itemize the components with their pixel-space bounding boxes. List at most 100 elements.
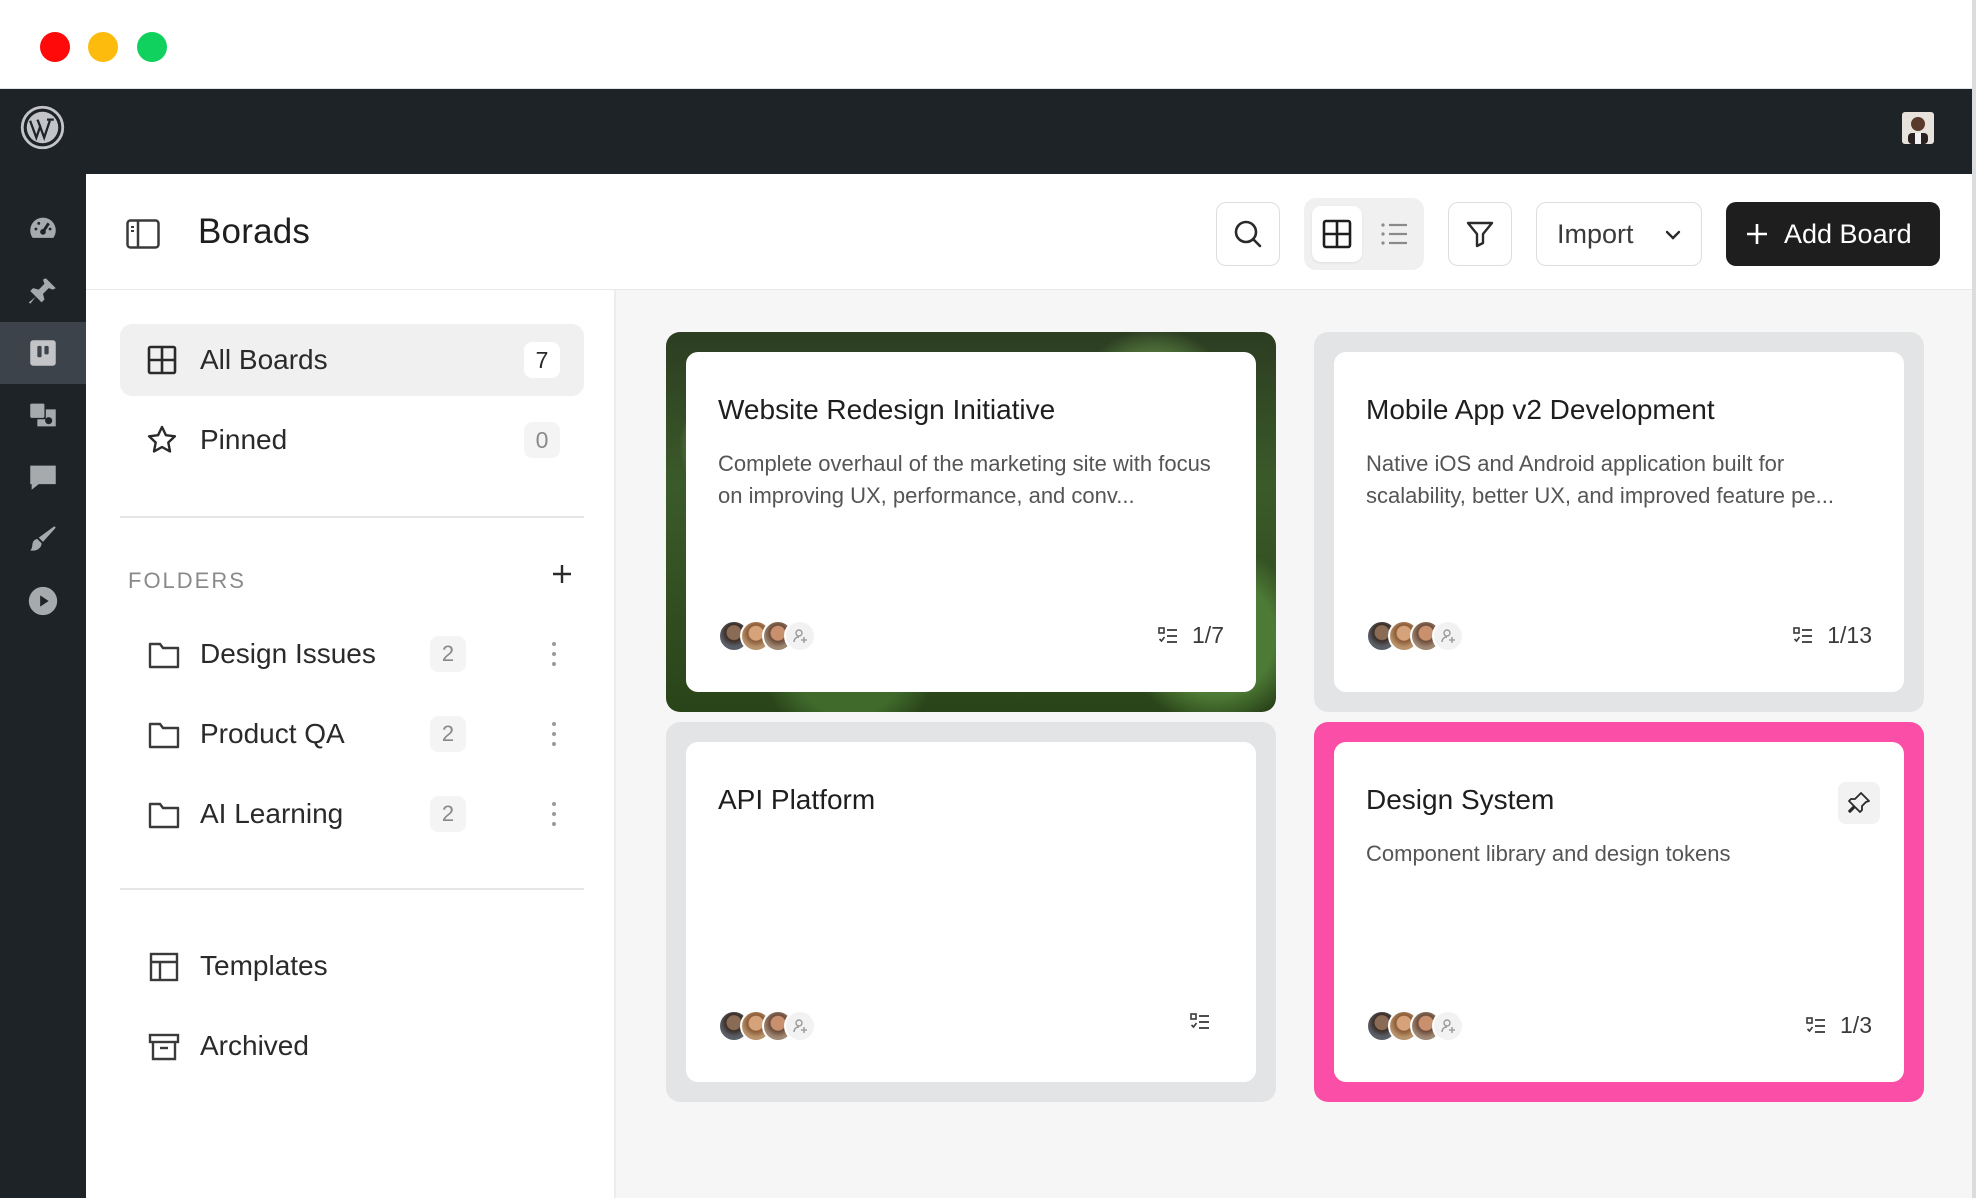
filter-funnel-icon [1466, 221, 1494, 248]
add-user-icon [793, 629, 807, 643]
board-title: API Platform [718, 784, 876, 815]
import-dropdown[interactable]: Import [1536, 202, 1702, 266]
sidebar-toggle-icon[interactable] [126, 219, 160, 249]
board-title: Website Redesign Initiative [718, 394, 1056, 425]
wp-admin-menu [0, 174, 86, 1198]
search-icon [1234, 220, 1262, 248]
folder-label: AI Learning [200, 798, 344, 829]
task-progress [1190, 1012, 1224, 1032]
view-mode-toggle [1304, 198, 1424, 270]
grid-icon [147, 345, 177, 375]
window-edge [1972, 0, 1976, 1198]
close-window-button[interactable] [40, 32, 70, 62]
member-avatars[interactable] [718, 1010, 828, 1044]
archive-icon [148, 1033, 180, 1061]
app-window: Borads Import Add Board All Boards 7 Pin… [0, 0, 1976, 1198]
nav-label: Pinned [200, 424, 288, 455]
folder-product-qa[interactable]: Product QA 2 [120, 698, 584, 770]
add-member-button[interactable] [1432, 620, 1464, 652]
board-title: Mobile App v2 Development [1366, 394, 1715, 425]
add-member-button[interactable] [784, 1010, 816, 1042]
folder-ai-learning[interactable]: AI Learning 2 [120, 778, 584, 850]
board-card-mobile-app[interactable]: Mobile App v2 Development Native iOS and… [1314, 332, 1924, 712]
import-label: Import [1557, 218, 1634, 249]
add-member-button[interactable] [1432, 1010, 1464, 1042]
nav-label: Archived [200, 1030, 309, 1061]
progress-count: 1/13 [1827, 622, 1872, 648]
count-badge: 2 [430, 716, 466, 752]
more-vertical-icon[interactable] [548, 638, 560, 670]
maximize-window-button[interactable] [137, 32, 167, 62]
wordpress-logo-icon[interactable] [20, 105, 65, 150]
add-member-button[interactable] [784, 620, 816, 652]
list-icon [1381, 223, 1407, 245]
add-user-icon [793, 1019, 807, 1033]
menu-dashboard[interactable] [0, 198, 86, 260]
folder-icon [148, 642, 180, 669]
member-avatars[interactable] [1366, 1010, 1476, 1044]
app-header: Borads Import Add Board [86, 174, 1972, 290]
board-card-design-system[interactable]: Design System Component library and desi… [1314, 722, 1924, 1102]
count-badge: 2 [430, 796, 466, 832]
folder-label: Design Issues [200, 638, 376, 669]
nav-archived[interactable]: Archived [120, 1010, 584, 1082]
task-progress: 1/3 [1806, 1012, 1872, 1039]
comment-bubble-icon [30, 465, 56, 490]
menu-boards[interactable] [0, 322, 86, 384]
board-card-body[interactable]: Design System Component library and desi… [1334, 742, 1904, 1082]
grid-icon [1322, 219, 1352, 249]
progress-count: 1/7 [1192, 622, 1224, 648]
plus-icon [1747, 224, 1767, 244]
menu-posts[interactable] [0, 260, 86, 322]
board-card-website-redesign[interactable]: Website Redesign Initiative Complete ove… [666, 332, 1276, 712]
nav-pinned[interactable]: Pinned 0 [120, 404, 584, 476]
board-description: Component library and design tokens [1366, 841, 1731, 866]
add-user-icon [1441, 629, 1455, 643]
nav-all-boards[interactable]: All Boards 7 [120, 324, 584, 396]
add-board-button[interactable]: Add Board [1726, 202, 1940, 266]
star-icon [147, 425, 177, 453]
sidebar-divider [120, 516, 584, 518]
nav-templates[interactable]: Templates [120, 930, 584, 1002]
menu-appearance[interactable] [0, 508, 86, 570]
board-description: Native iOS and Android application built… [1366, 451, 1834, 508]
boards-sidebar: All Boards 7 Pinned 0 FOLDERS Design Iss… [86, 290, 616, 1198]
nav-label: All Boards [200, 344, 328, 375]
pin-board-button[interactable] [1838, 782, 1880, 824]
count-badge: 7 [524, 342, 560, 378]
more-vertical-icon[interactable] [548, 718, 560, 750]
board-title: Design System [1366, 784, 1555, 815]
task-progress: 1/7 [1158, 622, 1224, 649]
menu-comments[interactable] [0, 446, 86, 508]
member-avatars[interactable] [1366, 620, 1476, 654]
sidebar-divider [120, 888, 584, 890]
wp-admin-bar [0, 89, 1972, 174]
folder-label: Product QA [200, 718, 345, 749]
board-card-body[interactable]: API Platform [686, 742, 1256, 1082]
checklist-icon [1793, 626, 1813, 643]
list-view-button[interactable] [1370, 206, 1418, 262]
folder-design-issues[interactable]: Design Issues 2 [120, 618, 584, 690]
pushpin-icon [1848, 792, 1870, 813]
template-icon [149, 952, 179, 982]
menu-media-player[interactable] [0, 570, 86, 632]
board-card-body[interactable]: Website Redesign Initiative Complete ove… [686, 352, 1256, 692]
boards-plugin-icon [30, 340, 56, 366]
board-card-api-platform[interactable]: API Platform [666, 722, 1276, 1102]
admin-user-avatar[interactable] [1902, 112, 1934, 144]
search-button[interactable] [1216, 202, 1280, 266]
board-card-body[interactable]: Mobile App v2 Development Native iOS and… [1334, 352, 1904, 692]
count-badge: 0 [524, 422, 560, 458]
add-folder-plus-icon[interactable] [546, 558, 578, 590]
more-vertical-icon[interactable] [548, 798, 560, 830]
member-avatars[interactable] [718, 620, 828, 654]
progress-count: 1/3 [1840, 1012, 1872, 1038]
folder-icon [148, 802, 180, 829]
board-description: Complete overhaul of the marketing site … [718, 451, 1211, 508]
menu-media[interactable] [0, 384, 86, 446]
checklist-icon [1158, 626, 1178, 643]
minimize-window-button[interactable] [88, 32, 118, 62]
grid-view-button[interactable] [1312, 206, 1362, 262]
pushpin-icon [28, 278, 56, 304]
filter-button[interactable] [1448, 202, 1512, 266]
